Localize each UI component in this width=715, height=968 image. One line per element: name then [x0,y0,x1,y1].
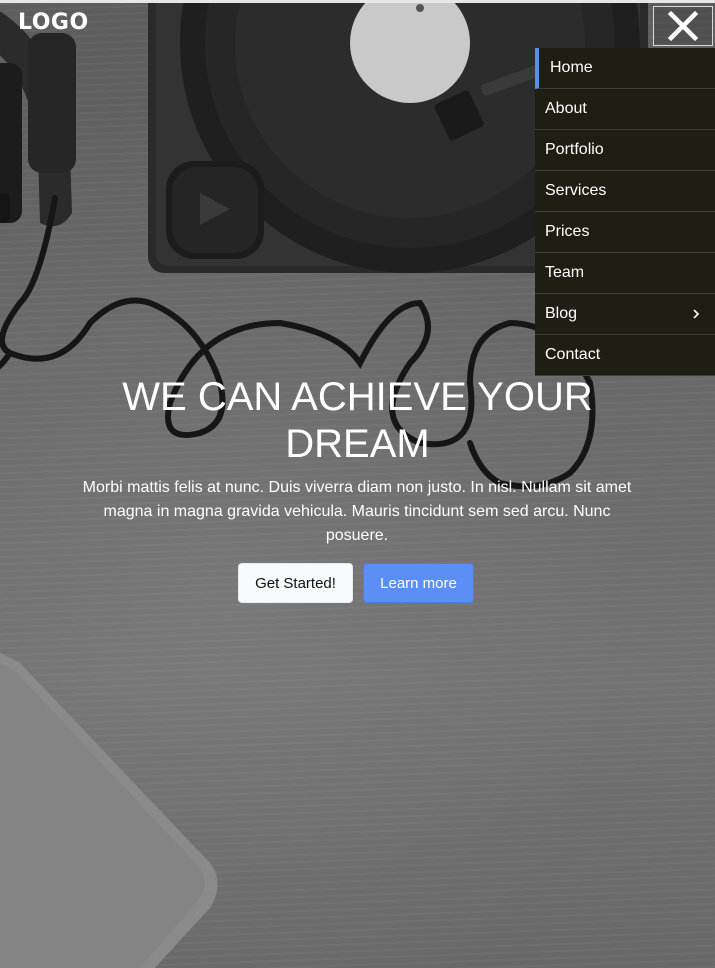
nav-item-label: Contact [545,346,601,363]
nav-item-label: Portfolio [545,141,604,158]
nav-item-home[interactable]: Home [535,48,715,89]
nav-item-services[interactable]: Services [535,171,715,212]
nav-item-portfolio[interactable]: Portfolio [535,130,715,171]
top-border [0,0,715,3]
nav-item-label: Prices [545,223,590,240]
hero-subtext: Morbi mattis felis at nunc. Duis viverra… [82,479,632,544]
get-started-button[interactable]: Get Started! [238,563,353,603]
nav-menu: Home About Portfolio Services Prices Tea… [535,48,715,376]
nav-item-contact[interactable]: Contact [535,335,715,376]
logo[interactable]: LOGO [18,10,89,35]
close-menu-button[interactable] [653,6,713,46]
close-icon [667,10,699,42]
learn-more-button[interactable]: Learn more [363,563,474,603]
nav-item-about[interactable]: About [535,89,715,130]
nav-item-label: Home [550,59,593,76]
hero-headline: WE CAN ACHIEVE YOUR DREAM [122,375,593,466]
nav-item-prices[interactable]: Prices [535,212,715,253]
nav-item-team[interactable]: Team [535,253,715,294]
nav-item-label: Team [545,264,585,281]
nav-item-label: About [545,100,587,117]
headphones-graphic [0,11,76,227]
nav-item-label: Blog [545,305,578,322]
nav-item-blog[interactable]: Blog [535,294,715,335]
chevron-right-icon[interactable] [691,307,701,321]
nav-item-label: Services [545,182,607,199]
